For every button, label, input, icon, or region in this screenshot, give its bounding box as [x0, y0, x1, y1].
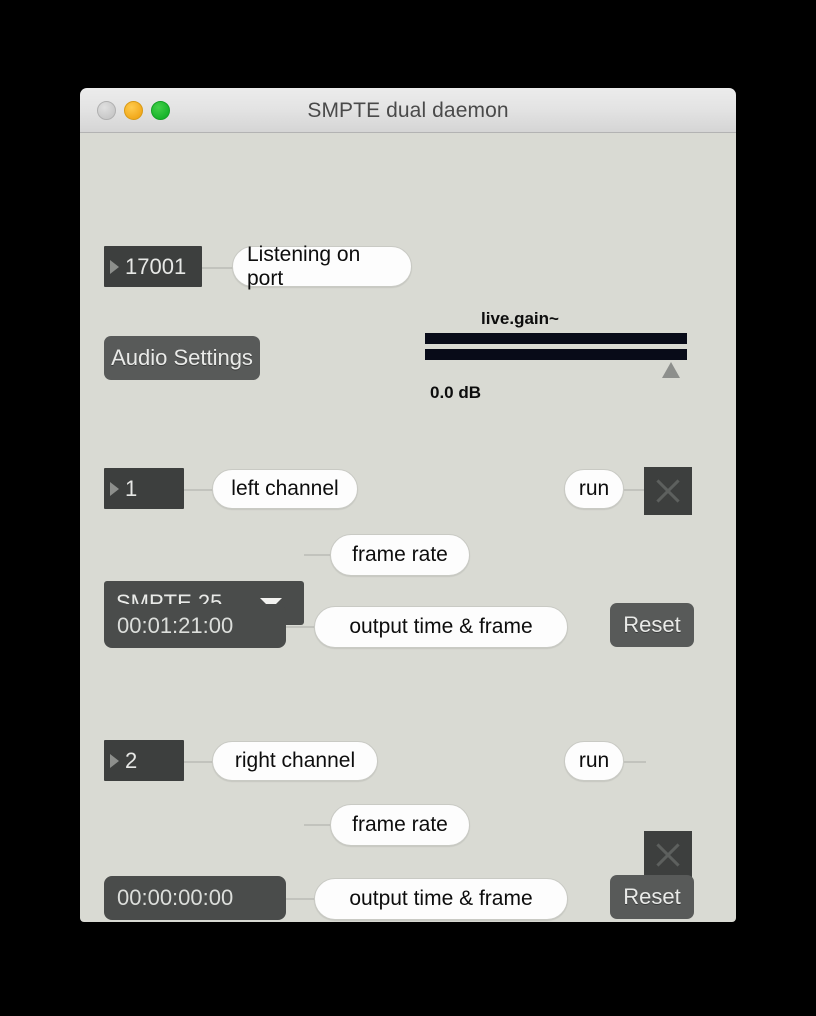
gain-label: live.gain~: [481, 309, 559, 328]
channel-2-run-toggle[interactable]: [644, 831, 692, 879]
gain-db-readout: 0.0 dB: [430, 383, 482, 402]
number-box-triangle-icon: [110, 259, 119, 274]
port-number-value: 17001: [125, 253, 187, 279]
application-window: SMPTE dual daemon 17001 Listening on por…: [80, 88, 736, 922]
patch-cord: [304, 824, 332, 826]
patch-cord: [286, 626, 316, 628]
channel-2-index-value: 2: [125, 747, 138, 773]
window-title: SMPTE dual daemon: [307, 99, 509, 122]
patch-cord: [304, 554, 332, 556]
channel-1-run-message[interactable]: run: [564, 469, 624, 509]
channel-2-reset-button[interactable]: Reset: [610, 875, 694, 919]
channel-1-frame-rate-comment: frame rate: [330, 534, 470, 576]
channel-2-time-display[interactable]: 00:00:00:00: [104, 876, 286, 920]
channel-1-reset-button[interactable]: Reset: [610, 603, 694, 647]
gain-meter-bar-bottom: [425, 349, 687, 360]
patch-cord: [202, 267, 234, 269]
channel-1-comment: left channel: [212, 469, 358, 509]
audio-settings-button[interactable]: Audio Settings: [104, 336, 260, 380]
channel-2-time-comment: output time & frame: [314, 878, 568, 920]
channel-1-run-toggle[interactable]: [644, 467, 692, 515]
number-box-triangle-icon: [110, 481, 119, 496]
port-comment: Listening on port: [232, 243, 412, 290]
window-titlebar: SMPTE dual daemon: [80, 88, 736, 133]
patch-cord: [286, 898, 316, 900]
port-number-box[interactable]: 17001: [104, 246, 202, 287]
patch-cord: [184, 761, 214, 763]
patcher-canvas: 17001 Listening on port Audio Settings l…: [80, 133, 736, 922]
channel-2-comment: right channel: [212, 741, 378, 781]
channel-2-number-box[interactable]: 2: [104, 740, 184, 781]
channel-1-index-value: 1: [125, 475, 138, 501]
channel-1-number-box[interactable]: 1: [104, 468, 184, 509]
gain-slider-handle[interactable]: [662, 362, 680, 378]
gain-meter-bar-top: [425, 333, 687, 344]
number-box-triangle-icon: [110, 753, 119, 768]
channel-1-time-comment: output time & frame: [314, 606, 568, 648]
channel-2-run-message[interactable]: run: [564, 741, 624, 781]
patch-cord: [184, 489, 214, 491]
patch-cord: [624, 761, 646, 763]
patch-cord: [624, 489, 646, 491]
channel-2-frame-rate-comment: frame rate: [330, 804, 470, 846]
channel-1-time-display[interactable]: 00:01:21:00: [104, 604, 286, 648]
